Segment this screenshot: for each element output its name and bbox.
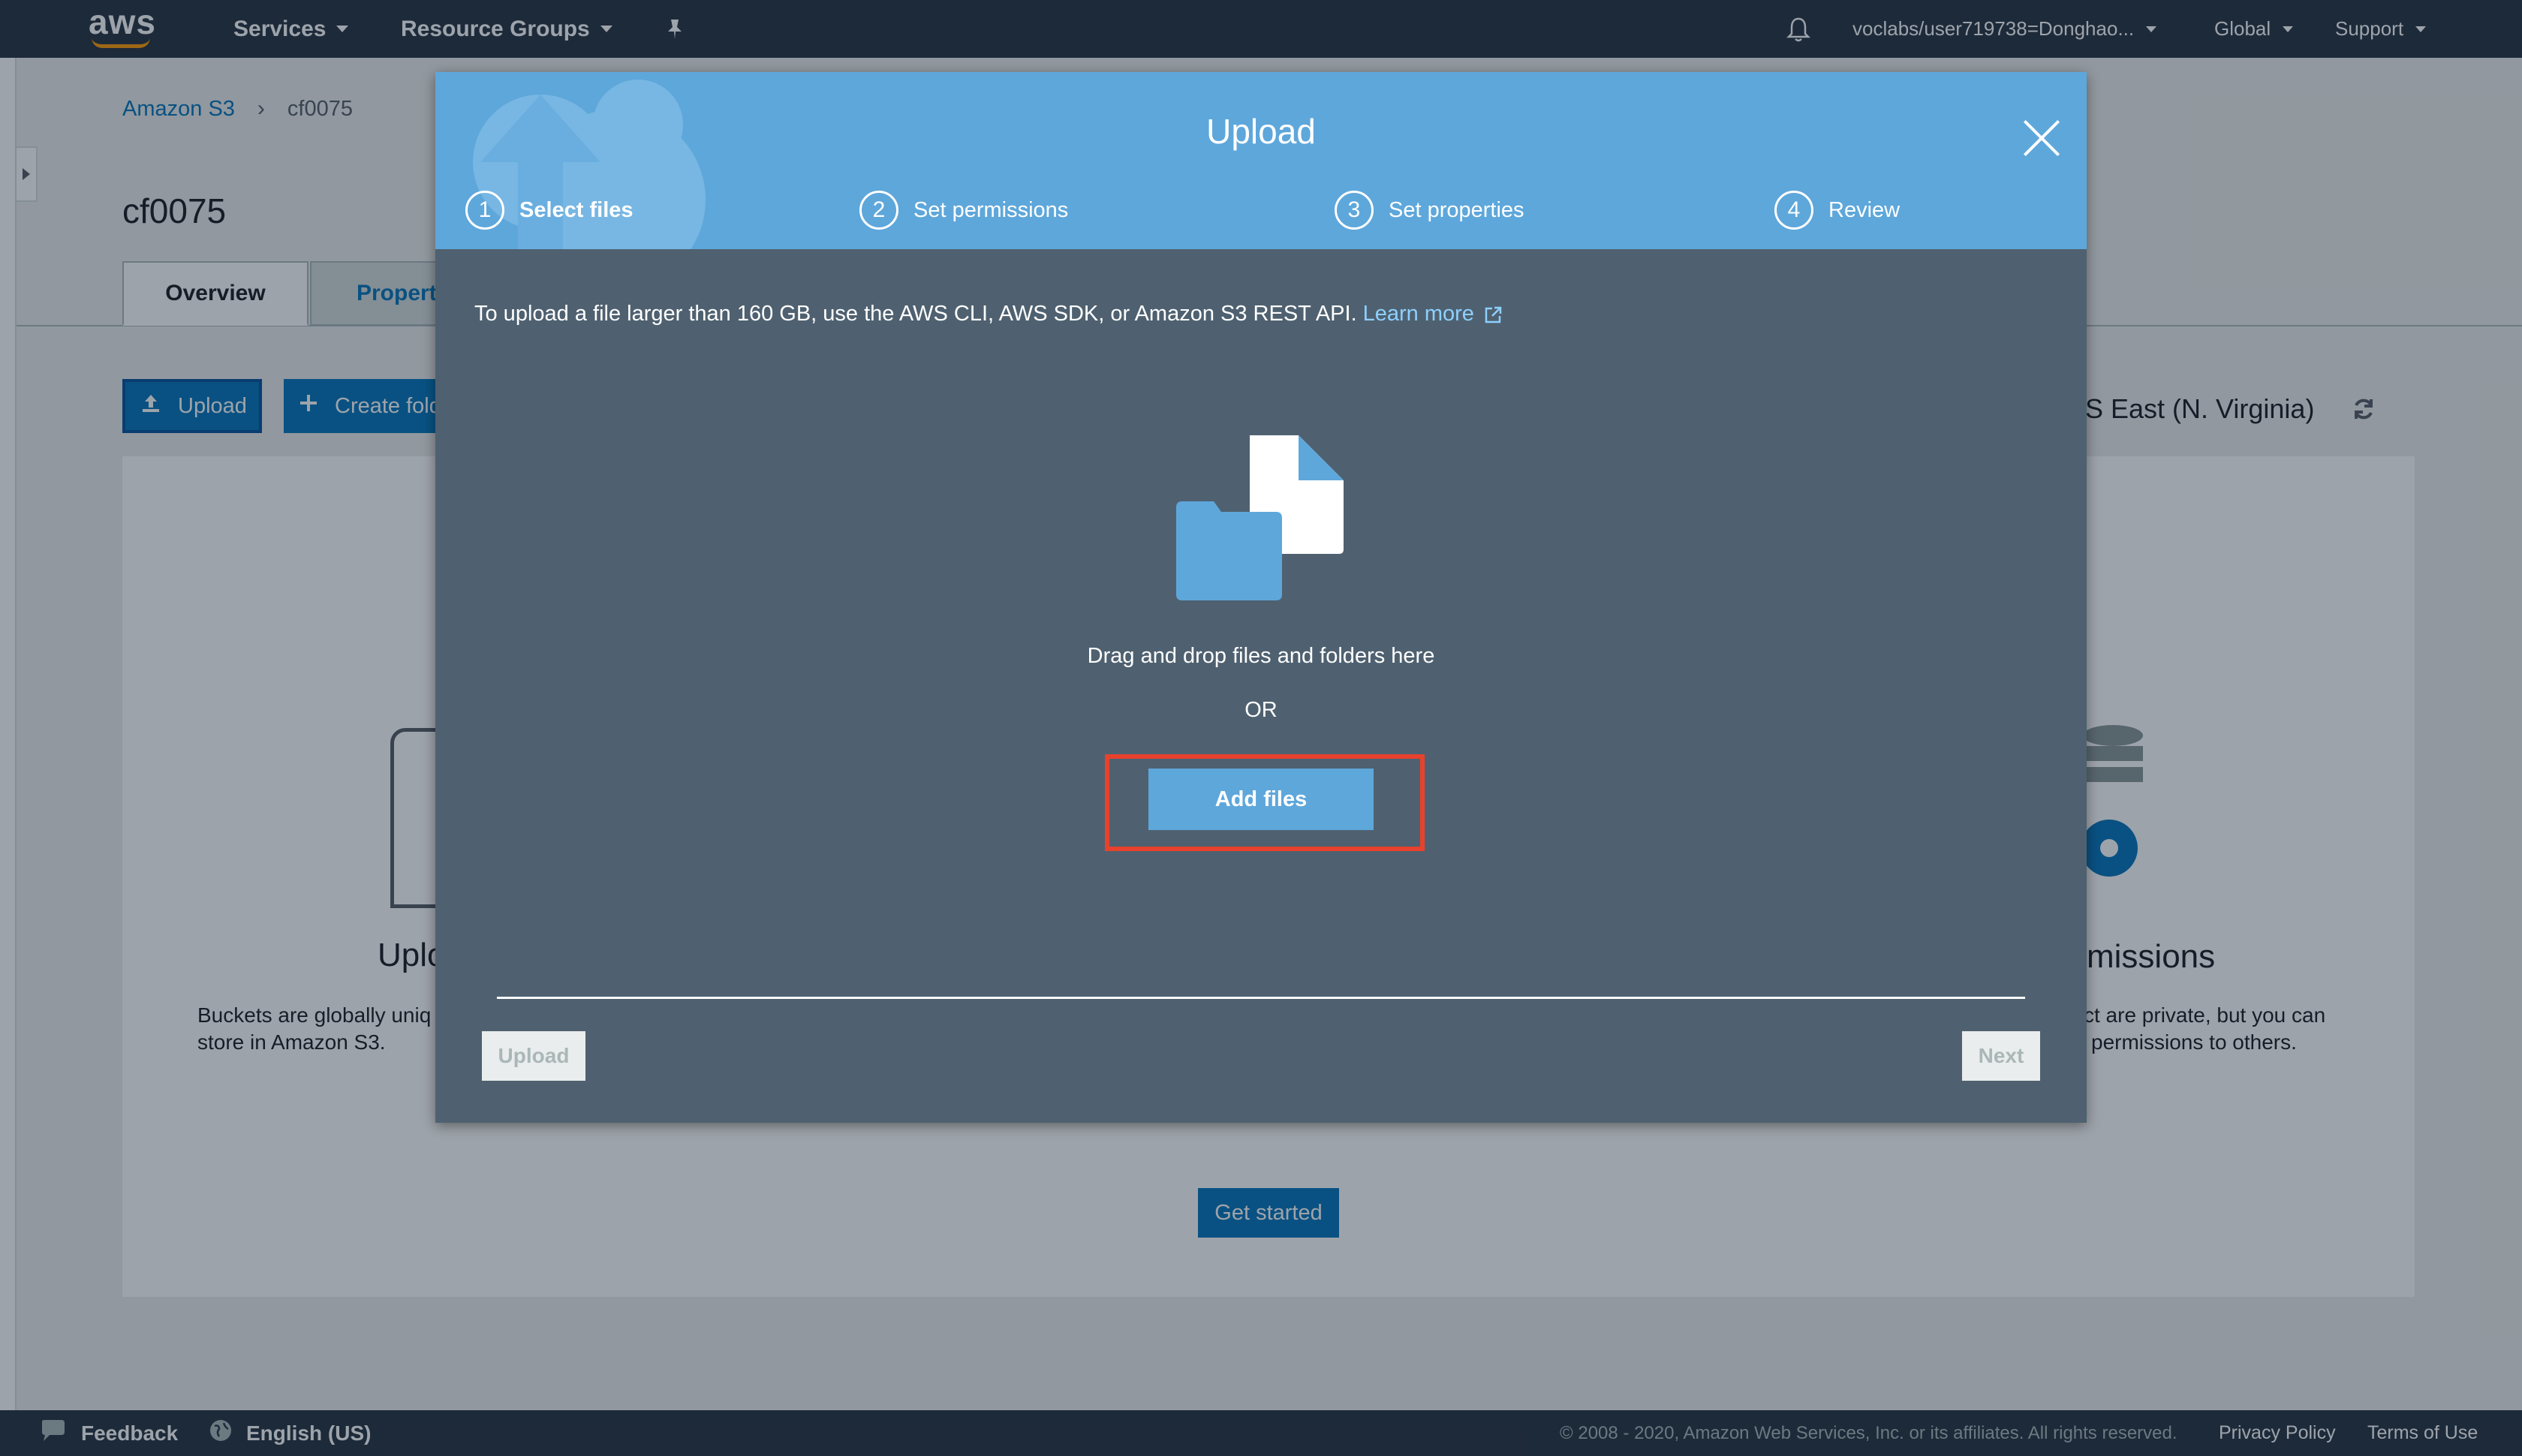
- add-files-button[interactable]: Add files: [1148, 769, 1374, 830]
- step-review[interactable]: 4 Review: [1774, 191, 1900, 230]
- upload-size-info: To upload a file larger than 160 GB, use…: [474, 302, 1502, 326]
- learn-more-link[interactable]: Learn more: [1363, 302, 1474, 326]
- external-link-icon[interactable]: [1483, 305, 1502, 323]
- step-select-files[interactable]: 1 Select files: [465, 191, 634, 230]
- or-separator-text: OR: [1244, 698, 1278, 722]
- step-set-permissions[interactable]: 2 Set permissions: [859, 191, 1068, 230]
- file-folder-icon: [1176, 435, 1344, 600]
- step-set-properties[interactable]: 3 Set properties: [1335, 191, 1524, 230]
- close-icon[interactable]: [2018, 114, 2066, 162]
- upload-dialog: Upload 1 Select files 2 Set permissions …: [435, 72, 2087, 1123]
- dialog-next-button[interactable]: Next: [1962, 1031, 2040, 1081]
- dialog-divider: [497, 997, 2025, 999]
- dialog-upload-button[interactable]: Upload: [482, 1031, 585, 1081]
- upload-dialog-header: Upload 1 Select files 2 Set permissions …: [435, 72, 2087, 249]
- dialog-title: Upload: [1206, 112, 1316, 151]
- drop-zone-text: Drag and drop files and folders here: [1087, 644, 1435, 668]
